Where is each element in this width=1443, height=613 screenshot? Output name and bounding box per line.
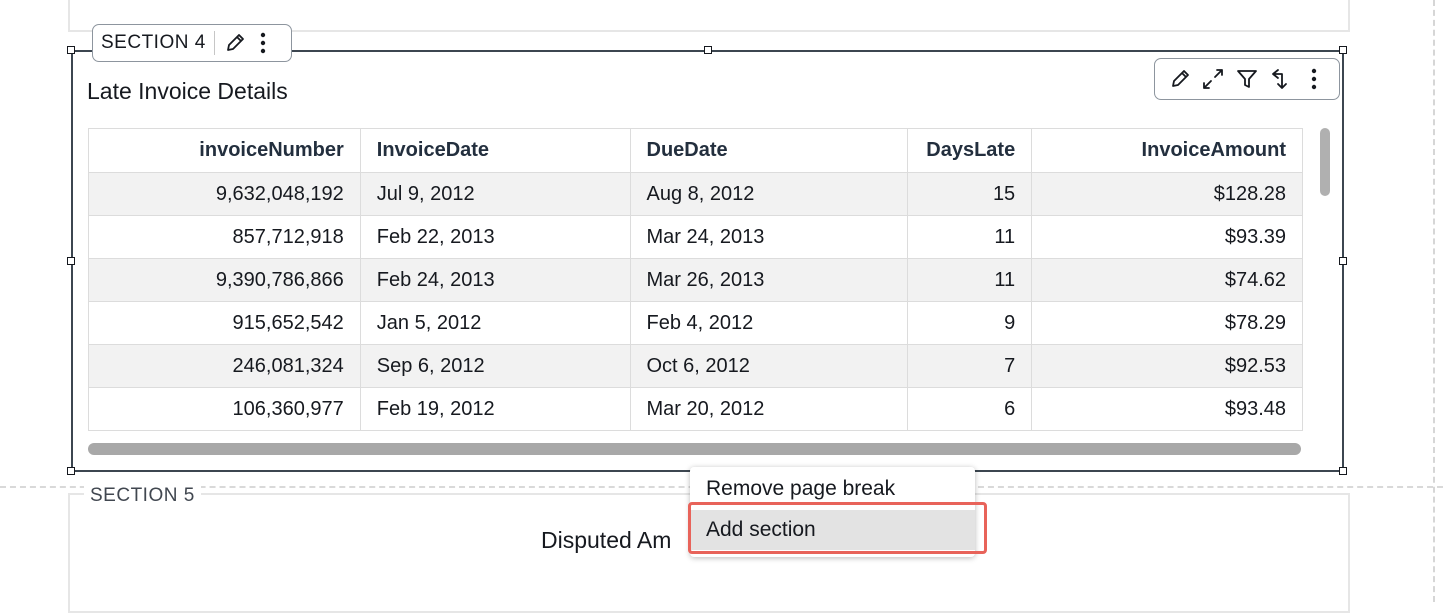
cell-days-late: 6 xyxy=(907,387,1033,431)
cell-invoice-amount: $74.62 xyxy=(1031,258,1303,302)
table-row: 9,390,786,866 Feb 24, 2013 Mar 26, 2013 … xyxy=(88,258,1303,302)
horizontal-scrollbar[interactable] xyxy=(88,443,1301,455)
section-5-visual-title: Disputed Am xyxy=(541,527,672,553)
annotation-highlight-box xyxy=(688,502,987,554)
table-row: 106,360,977 Feb 19, 2012 Mar 20, 2012 6 … xyxy=(88,387,1303,431)
swap-icon[interactable] xyxy=(1267,65,1295,93)
filter-icon[interactable] xyxy=(1233,65,1261,93)
table-row: 915,652,542 Jan 5, 2012 Feb 4, 2012 9 $7… xyxy=(88,301,1303,345)
cell-invoice-amount: $93.39 xyxy=(1031,215,1303,259)
cell-invoice-date: Jul 9, 2012 xyxy=(359,172,631,216)
resize-handle-right[interactable] xyxy=(1339,257,1347,265)
visual-title: Late Invoice Details xyxy=(87,78,288,104)
cell-due-date: Oct 6, 2012 xyxy=(629,344,909,388)
cell-invoice-number: 915,652,542 xyxy=(88,301,361,345)
cell-invoice-number: 246,081,324 xyxy=(88,344,361,388)
cell-days-late: 7 xyxy=(907,344,1033,388)
page-edge-rule xyxy=(1433,0,1435,602)
cell-invoice-amount: $92.53 xyxy=(1031,344,1303,388)
table-row: 9,632,048,192 Jul 9, 2012 Aug 8, 2012 15… xyxy=(88,172,1303,216)
resize-handle-top[interactable] xyxy=(704,46,712,54)
cell-invoice-date: Feb 24, 2013 xyxy=(359,258,631,302)
cell-invoice-date: Jan 5, 2012 xyxy=(359,301,631,345)
cell-invoice-date: Sep 6, 2012 xyxy=(359,344,631,388)
cell-invoice-date: Feb 22, 2013 xyxy=(359,215,631,259)
table-row: 246,081,324 Sep 6, 2012 Oct 6, 2012 7 $9… xyxy=(88,344,1303,388)
cell-invoice-number: 9,390,786,866 xyxy=(88,258,361,302)
column-header-invoice-number[interactable]: invoiceNumber xyxy=(88,128,361,173)
visual-toolbar xyxy=(1154,58,1340,100)
expand-icon[interactable] xyxy=(1199,65,1227,93)
cell-due-date: Aug 8, 2012 xyxy=(629,172,909,216)
cell-invoice-amount: $93.48 xyxy=(1031,387,1303,431)
table-header-row: invoiceNumber InvoiceDate DueDate DaysLa… xyxy=(88,128,1303,173)
table-row: 857,712,918 Feb 22, 2013 Mar 24, 2013 11… xyxy=(88,215,1303,259)
cell-due-date: Mar 20, 2012 xyxy=(629,387,909,431)
section-4-label: SECTION 4 xyxy=(101,32,206,53)
cell-invoice-number: 9,632,048,192 xyxy=(88,172,361,216)
more-vertical-icon[interactable] xyxy=(249,28,277,58)
section-5-label: SECTION 5 xyxy=(84,485,201,507)
cell-due-date: Mar 24, 2013 xyxy=(629,215,909,259)
vertical-scrollbar[interactable] xyxy=(1320,128,1330,196)
cell-days-late: 11 xyxy=(907,215,1033,259)
section-4-header: SECTION 4 xyxy=(92,24,292,62)
cell-due-date: Feb 4, 2012 xyxy=(629,301,909,345)
cell-due-date: Mar 26, 2013 xyxy=(629,258,909,302)
resize-handle-bottom-left[interactable] xyxy=(67,467,75,475)
cell-invoice-amount: $78.29 xyxy=(1031,301,1303,345)
divider xyxy=(213,31,215,55)
resize-handle-left[interactable] xyxy=(67,257,75,265)
resize-handle-top-left[interactable] xyxy=(67,46,75,54)
pencil-icon[interactable] xyxy=(221,28,249,58)
pencil-icon[interactable] xyxy=(1166,65,1194,93)
column-header-due-date[interactable]: DueDate xyxy=(629,128,909,173)
more-vertical-icon[interactable] xyxy=(1300,65,1328,93)
data-table: invoiceNumber InvoiceDate DueDate DaysLa… xyxy=(88,128,1303,438)
column-header-days-late[interactable]: DaysLate xyxy=(907,128,1033,173)
cell-days-late: 11 xyxy=(907,258,1033,302)
cell-invoice-amount: $128.28 xyxy=(1031,172,1303,216)
column-header-invoice-date[interactable]: InvoiceDate xyxy=(359,128,631,173)
resize-handle-top-right[interactable] xyxy=(1339,46,1347,54)
resize-handle-bottom-right[interactable] xyxy=(1339,467,1347,475)
cell-invoice-number: 106,360,977 xyxy=(88,387,361,431)
cell-invoice-number: 857,712,918 xyxy=(88,215,361,259)
column-header-invoice-amount[interactable]: InvoiceAmount xyxy=(1031,128,1303,173)
cell-days-late: 15 xyxy=(907,172,1033,216)
cell-invoice-date: Feb 19, 2012 xyxy=(359,387,631,431)
cell-days-late: 9 xyxy=(907,301,1033,345)
